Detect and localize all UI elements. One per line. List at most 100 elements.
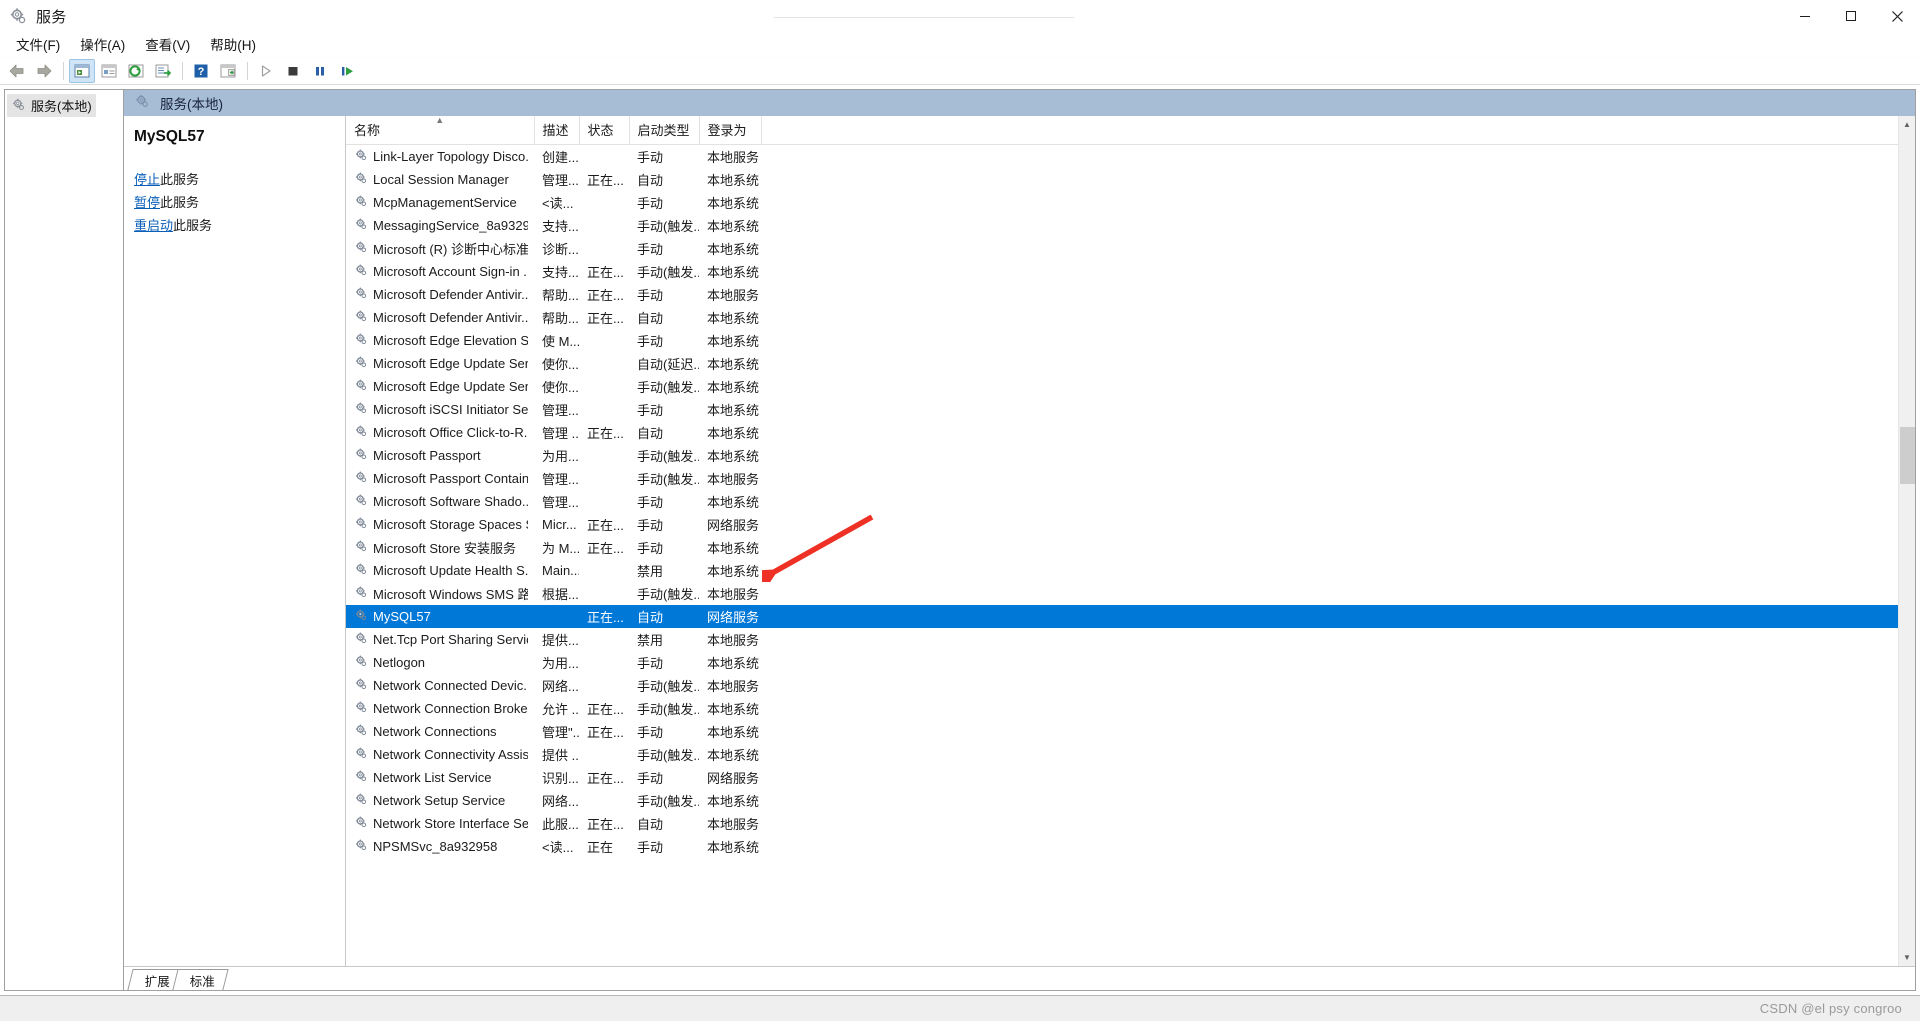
cell-filler <box>761 605 1915 628</box>
table-row[interactable]: Network Store Interface Se... 此服... 正在... 自… <box>346 812 1915 835</box>
vertical-scrollbar[interactable]: ▲ ▼ <box>1898 116 1915 966</box>
refresh-icon[interactable] <box>123 59 149 83</box>
maximize-button[interactable] <box>1828 0 1874 33</box>
help-question-icon[interactable]: ? <box>188 59 214 83</box>
scroll-up-icon[interactable]: ▲ <box>1899 116 1916 133</box>
table-row[interactable]: Microsoft Update Health S... Main... 禁用 本地系… <box>346 559 1915 582</box>
export-list-icon[interactable] <box>150 59 176 83</box>
sort-ascending-icon: ▲ <box>435 116 445 125</box>
back-button[interactable] <box>4 59 30 83</box>
table-row[interactable]: Microsoft Software Shado... 管理... 手动 本地系统 <box>346 490 1915 513</box>
cell-logon-as: 网络服务 <box>707 771 760 786</box>
table-row[interactable]: Network Connected Devic... 网络... 手动(触发... 本… <box>346 674 1915 697</box>
menu-help[interactable]: 帮助(H) <box>200 31 266 58</box>
cell-service-name: Microsoft Edge Elevation S... <box>346 329 534 352</box>
service-gear-icon <box>354 217 368 234</box>
column-header-logon-as[interactable]: 登录为 <box>699 116 762 145</box>
stop-this-service-link[interactable]: 停止此服务 <box>134 170 335 190</box>
properties-icon[interactable] <box>96 59 122 83</box>
cell-startup-type: 自动 <box>637 311 664 326</box>
close-button[interactable] <box>1874 0 1920 33</box>
pause-icon[interactable] <box>307 59 333 83</box>
cell-description: 创建... <box>542 150 579 165</box>
cell-service-name: Network List Service <box>346 766 534 789</box>
scroll-thumb[interactable] <box>1900 426 1915 484</box>
service-gear-icon <box>354 263 368 280</box>
column-header-state[interactable]: 状态 <box>579 116 630 145</box>
table-row[interactable]: Network Setup Service 网络... 手动(触发... 本地系统 <box>346 789 1915 812</box>
table-row[interactable]: MySQL57 正在... 自动 网络服务 <box>346 605 1915 628</box>
column-header-description[interactable]: 描述 <box>534 116 580 145</box>
cell-state: 正在... <box>587 288 624 303</box>
scroll-track[interactable] <box>1899 133 1915 949</box>
scroll-down-icon[interactable]: ▼ <box>1899 949 1916 966</box>
service-gear-icon <box>354 746 368 763</box>
table-row[interactable]: Network List Service 识别... 正在... 手动 网络服务 <box>346 766 1915 789</box>
forward-button[interactable] <box>31 59 57 83</box>
cell-logon-as: 本地服务 <box>707 288 760 303</box>
column-header-name-label: 名称 <box>354 123 381 138</box>
table-row[interactable]: Network Connectivity Assis... 提供 ... 手动(触发… <box>346 743 1915 766</box>
table-row[interactable]: Local Session Manager 管理... 正在... 自动 本地系统 <box>346 168 1915 191</box>
stop-icon[interactable] <box>280 59 306 83</box>
cell-filler <box>761 559 1915 582</box>
table-row[interactable]: MessagingService_8a9329... 支持... 手动(触发... 本… <box>346 214 1915 237</box>
cell-state: 正在... <box>587 518 624 533</box>
service-gear-icon <box>354 608 368 625</box>
menu-action[interactable]: 操作(A) <box>70 31 135 58</box>
window-title: 服务 <box>36 8 67 26</box>
cell-filler <box>761 582 1915 605</box>
table-row[interactable]: Microsoft Store 安装服务 为 M... 正在... 手动 本地系统 <box>346 536 1915 559</box>
tab-standard[interactable]: 标准 <box>172 969 229 990</box>
table-row[interactable]: NPSMSvc_8a932958 <读... 正在 手动 本地系统 <box>346 835 1915 858</box>
cell-service-name: Microsoft Update Health S... <box>346 559 534 582</box>
table-row[interactable]: Microsoft Storage Spaces S... Micr... 正在..… <box>346 513 1915 536</box>
cell-startup-type: 自动 <box>637 817 664 832</box>
menu-view[interactable]: 查看(V) <box>135 31 200 58</box>
column-header-startup-type[interactable]: 启动类型 <box>629 116 700 145</box>
table-row[interactable]: Network Connections 管理"... 正在... 手动 本地系统 <box>346 720 1915 743</box>
service-name-text: Microsoft Passport Container <box>373 471 528 486</box>
restart-this-service-link[interactable]: 重启动此服务 <box>134 216 335 236</box>
table-row[interactable]: Microsoft Defender Antivir... 帮助... 正在... 手… <box>346 283 1915 306</box>
cell-state: 正在... <box>587 426 624 441</box>
cell-filler <box>761 375 1915 398</box>
cell-state <box>579 398 629 421</box>
play-icon[interactable] <box>253 59 279 83</box>
table-row[interactable]: Microsoft iSCSI Initiator Ser... 管理... 手动 本… <box>346 398 1915 421</box>
table-row[interactable]: McpManagementService <读... 手动 本地系统 <box>346 191 1915 214</box>
action-pane-icon[interactable] <box>215 59 241 83</box>
cell-startup-type: 手动(触发... <box>637 472 699 487</box>
tree-item-services-local[interactable]: 服务(本地) <box>7 94 96 117</box>
cell-service-name: Microsoft iSCSI Initiator Ser... <box>346 398 534 421</box>
cell-logon-as: 本地系统 <box>707 357 760 372</box>
console-tree-icon[interactable] <box>69 58 95 83</box>
cell-description: 为用... <box>542 449 579 464</box>
table-row[interactable]: Microsoft Passport 为用... 手动(触发... 本地系统 <box>346 444 1915 467</box>
table-row[interactable]: Link-Layer Topology Disco... 创建... 手动 本地服务 <box>346 145 1915 169</box>
table-row[interactable]: Microsoft Edge Elevation S... 使 M... 手动 本地系… <box>346 329 1915 352</box>
column-header-name[interactable]: ▲ 名称 <box>346 116 535 145</box>
cell-startup-type: 手动 <box>637 840 664 855</box>
table-row[interactable]: Microsoft Office Click-to-R... 管理 ... 正在..… <box>346 421 1915 444</box>
table-row[interactable]: Microsoft Account Sign-in ... 支持... 正在... 手… <box>346 260 1915 283</box>
table-body: Link-Layer Topology Disco... 创建... 手动 本地服务 L… <box>346 145 1915 859</box>
table-row[interactable]: Microsoft Windows SMS 路... 根据... 手动(触发... 本… <box>346 582 1915 605</box>
restart-icon[interactable] <box>334 59 360 83</box>
table-row[interactable]: Net.Tcp Port Sharing Service 提供... 禁用 本地服务 <box>346 628 1915 651</box>
cell-state <box>579 651 629 674</box>
table-row[interactable]: Microsoft Edge Update Ser... 使你... 手动(触发..… <box>346 375 1915 398</box>
service-name-text: Microsoft Software Shado... <box>373 494 528 509</box>
pause-this-service-link[interactable]: 暂停此服务 <box>134 193 335 213</box>
tab-extended-label: 扩展 <box>144 974 170 989</box>
minimize-button[interactable] <box>1782 0 1828 33</box>
table-row[interactable]: Netlogon 为用... 手动 本地系统 <box>346 651 1915 674</box>
menu-file[interactable]: 文件(F) <box>6 31 70 58</box>
cell-service-name: Microsoft Software Shado... <box>346 490 534 513</box>
status-bar: CSDN @el psy congroo <box>0 995 1920 1021</box>
table-row[interactable]: Microsoft Edge Update Ser... 使你... 自动(延迟..… <box>346 352 1915 375</box>
table-row[interactable]: Network Connection Broker 允许 ... 正在... 手动(触… <box>346 697 1915 720</box>
table-row[interactable]: Microsoft (R) 诊断中心标准... 诊断... 手动 本地系统 <box>346 237 1915 260</box>
table-row[interactable]: Microsoft Defender Antivir... 帮助... 正在... 自… <box>346 306 1915 329</box>
table-row[interactable]: Microsoft Passport Container 管理... 手动(触发..… <box>346 467 1915 490</box>
